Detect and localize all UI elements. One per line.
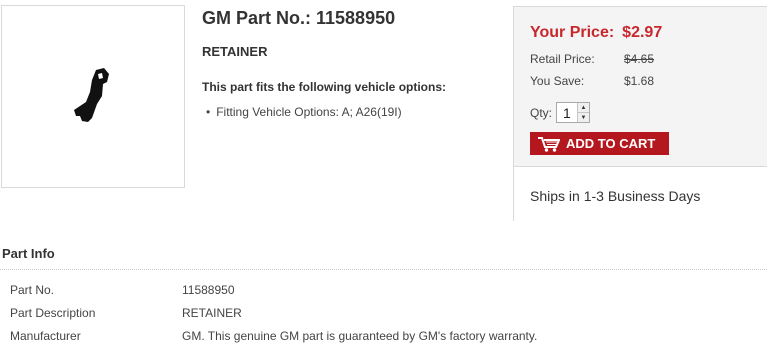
quantity-up-arrow-icon[interactable]: ▲ <box>578 103 590 113</box>
part-info-key: Manufacturer <box>10 328 81 343</box>
product-image-box[interactable] <box>1 5 185 188</box>
part-info-row: Part Description RETAINER <box>10 301 537 324</box>
quantity-row: Qty: 1 ▲ ▼ <box>530 102 591 123</box>
part-info-value: 11588950 <box>182 282 235 297</box>
part-name: RETAINER <box>202 44 268 59</box>
part-info-row: Part No. 11588950 <box>10 278 537 301</box>
fits-heading: This part fits the following vehicle opt… <box>202 80 447 94</box>
retail-price-label: Retail Price: <box>530 52 595 66</box>
price-panel: Your Price: $2.97 Retail Price: $4.65 You … <box>513 6 767 222</box>
part-info-heading: Part Info <box>2 246 55 261</box>
quantity-down-arrow-icon[interactable]: ▼ <box>578 113 590 122</box>
shopping-cart-icon <box>538 136 560 152</box>
add-to-cart-button[interactable]: ADD TO CART <box>530 132 669 155</box>
you-save-value: $1.68 <box>624 74 655 88</box>
your-price-value: $2.97 <box>622 24 663 41</box>
retainer-part-image <box>74 68 109 122</box>
your-price: Your Price: $2.97 <box>530 24 662 42</box>
part-info-value: RETAINER <box>182 305 242 320</box>
qty-label: Qty: <box>530 105 553 120</box>
part-info-key: Part Description <box>10 305 96 320</box>
part-info-row: Manufacturer GM. This genuine GM part is… <box>10 324 537 347</box>
part-number-title: GM Part No.: 11588950 <box>202 8 396 28</box>
fitment-list: Fitting Vehicle Options: A; A26(19I) <box>206 105 401 119</box>
your-price-label: Your Price: <box>530 24 615 41</box>
part-info-value: GM. This genuine GM part is guaranteed b… <box>182 328 538 343</box>
retail-price-row: Retail Price: $4.65 <box>530 52 654 66</box>
quantity-stepper[interactable]: 1 ▲ ▼ <box>556 102 591 123</box>
fitment-item: Fitting Vehicle Options: A; A26(19I) <box>206 105 401 119</box>
you-save-row: You Save: $1.68 <box>530 74 654 88</box>
part-info-table: Part No. 11588950 Part Description RETAI… <box>10 278 537 347</box>
retail-price-value: $4.65 <box>624 52 655 66</box>
quantity-input[interactable]: 1 <box>563 105 571 121</box>
add-to-cart-label: ADD TO CART <box>566 136 656 151</box>
shipping-text: Ships in 1-3 Business Days <box>530 188 701 204</box>
you-save-label: You Save: <box>530 74 585 88</box>
shipping-info: Ships in 1-3 Business Days <box>514 166 767 222</box>
part-info-key: Part No. <box>10 282 55 297</box>
quantity-spinner: ▲ ▼ <box>577 103 590 122</box>
part-info-divider <box>0 269 767 270</box>
